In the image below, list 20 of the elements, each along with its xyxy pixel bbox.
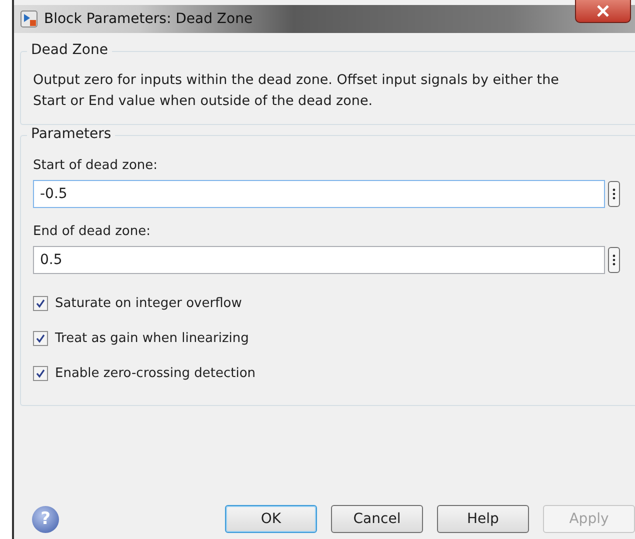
field-label: Start of dead zone: xyxy=(33,158,159,173)
input-field[interactable]: -0.5 xyxy=(33,180,605,208)
checkbox[interactable] xyxy=(33,296,48,311)
window-title: Block Parameters: Dead Zone xyxy=(44,11,253,27)
more-options-icon[interactable] xyxy=(608,181,620,207)
app-icon xyxy=(20,10,38,28)
checkbox[interactable] xyxy=(33,366,48,381)
dialog-button[interactable]: Cancel xyxy=(331,505,423,533)
block-description: Output zero for inputs within the dead zone. Offset input signals by either the Start or End value when outside of the dead zone. xyxy=(33,71,560,111)
checkbox-label: Enable zero-crossing detection xyxy=(55,366,256,381)
checkbox-label: Treat as gain when linearizing xyxy=(55,331,249,346)
close-button[interactable] xyxy=(575,0,631,23)
more-options-icon[interactable] xyxy=(608,247,620,273)
dialog-button[interactable]: Help xyxy=(437,505,529,533)
dialog-button[interactable]: OK xyxy=(225,505,317,533)
close-icon xyxy=(596,5,610,17)
checkbox-label: Saturate on integer overflow xyxy=(55,296,242,311)
field-label: End of dead zone: xyxy=(33,224,152,239)
input-field[interactable]: 0.5 xyxy=(33,246,605,274)
checkbox[interactable] xyxy=(33,331,48,346)
